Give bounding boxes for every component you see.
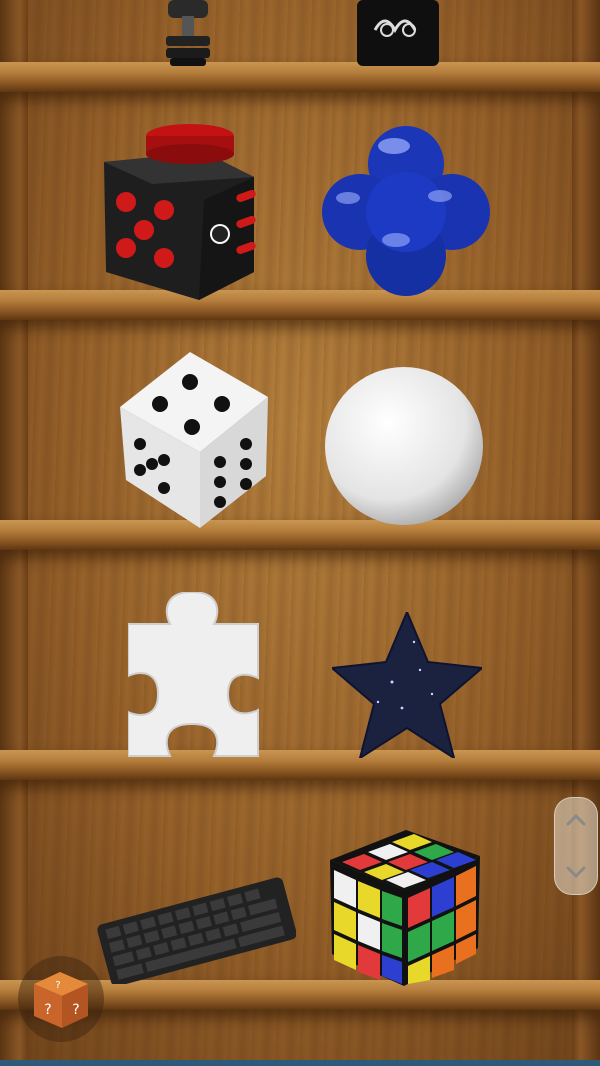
question-mark-left: ? [44, 1002, 51, 1018]
black-case-toy[interactable] [357, 0, 441, 68]
chevron-up-icon[interactable] [564, 808, 588, 832]
golf-ball-toy[interactable] [324, 366, 484, 526]
blue-blob-toy[interactable] [322, 126, 492, 298]
dumbbell-toy[interactable] [160, 0, 216, 70]
rubiks-cube-toy[interactable] [330, 830, 482, 986]
star-toy[interactable] [332, 612, 482, 758]
keyboard-toy[interactable] [96, 872, 296, 984]
shelf-3 [0, 520, 600, 550]
scroll-control[interactable] [554, 797, 598, 895]
question-mark-right: ? [72, 1002, 79, 1018]
chevron-down-icon[interactable] [564, 860, 588, 884]
fidget-cube-toy[interactable] [104, 122, 268, 300]
question-box-icon: ? ? ? [34, 972, 88, 1028]
question-mark-top: ? [55, 980, 60, 991]
random-toy-button[interactable]: ? ? ? [18, 956, 104, 1042]
shelf-4 [0, 750, 600, 780]
bottom-edge-bar [0, 1060, 600, 1066]
shelf-1 [0, 62, 600, 92]
dice-toy[interactable] [120, 352, 270, 528]
shelf-2 [0, 290, 600, 320]
puzzle-piece-toy[interactable] [128, 592, 260, 758]
